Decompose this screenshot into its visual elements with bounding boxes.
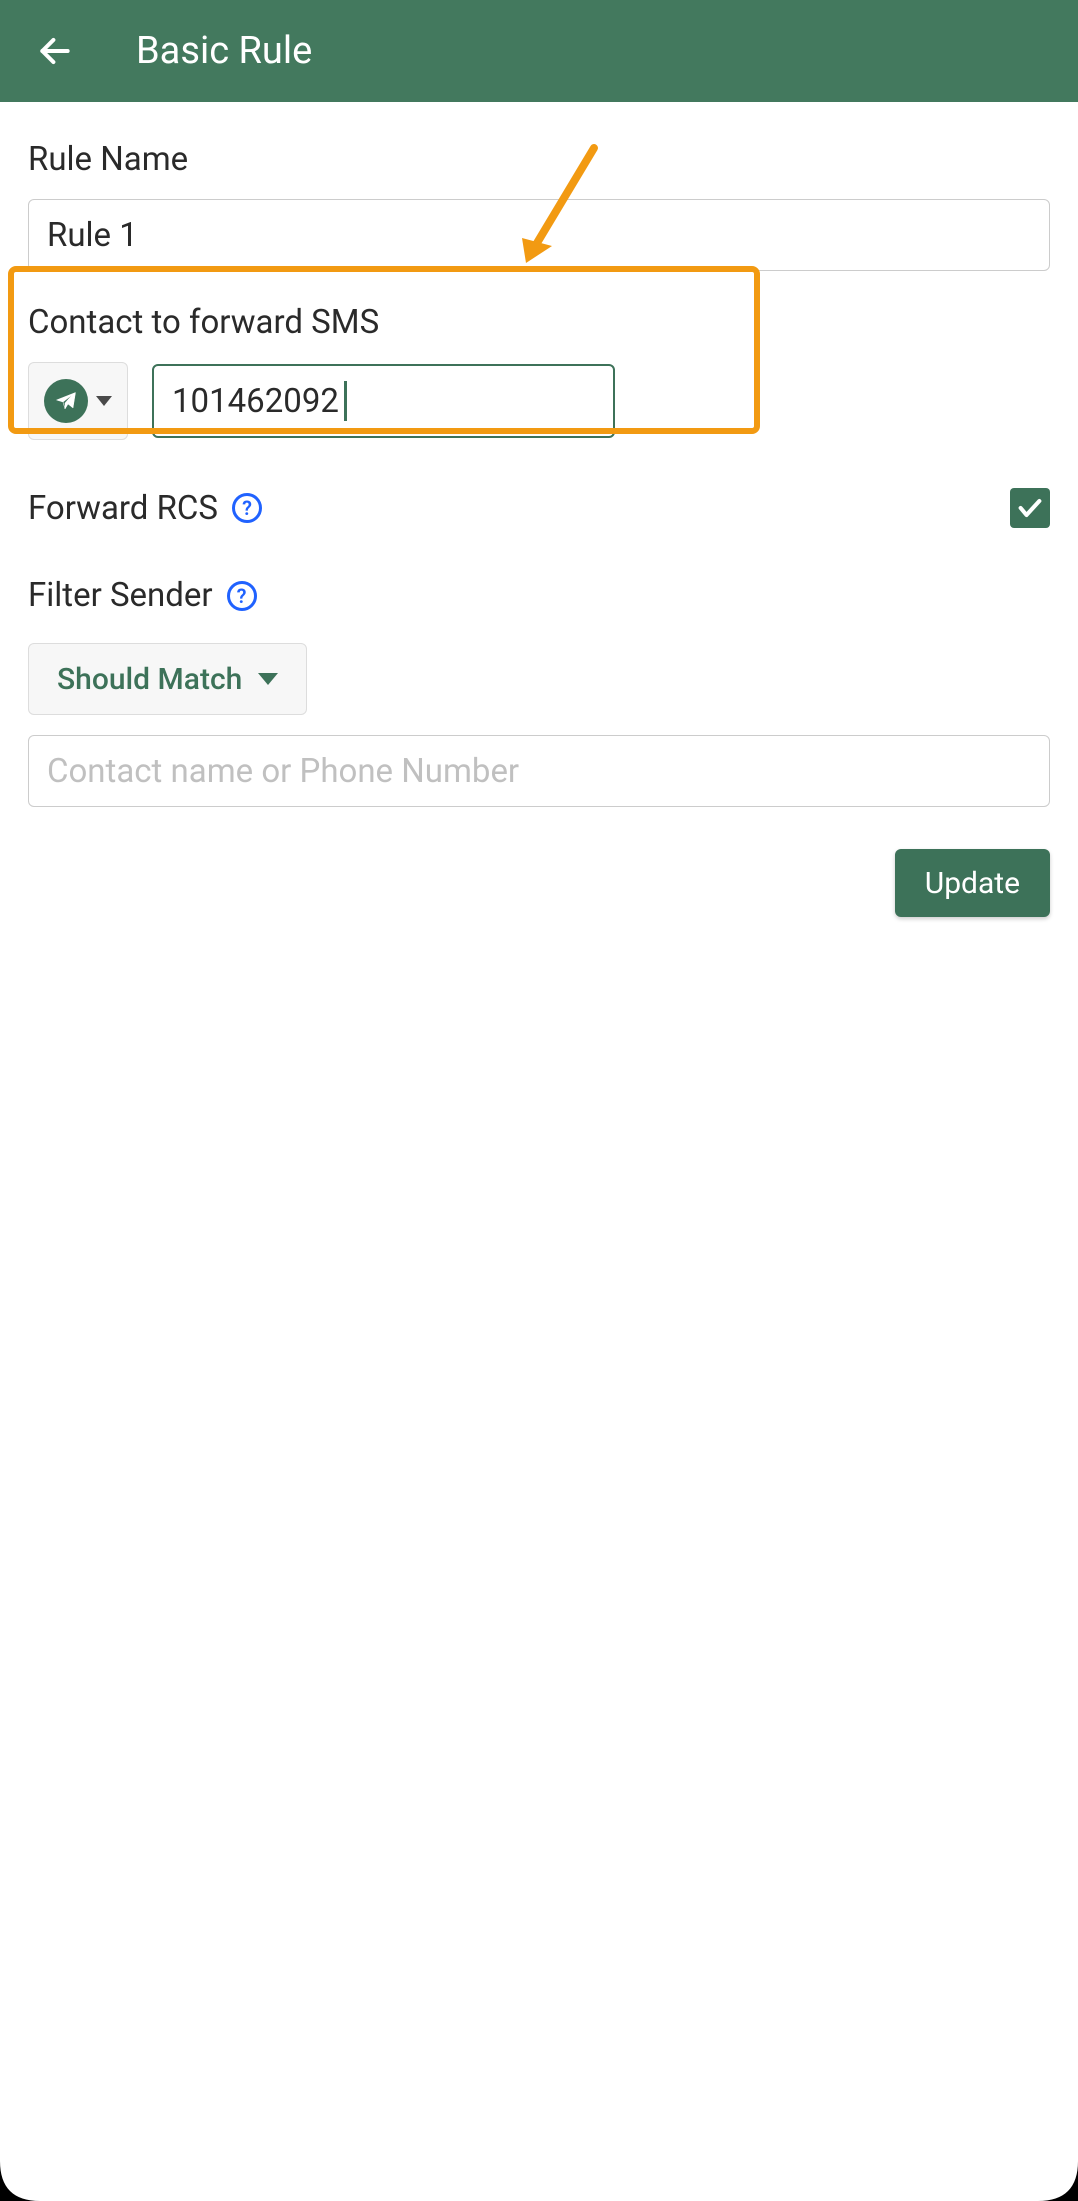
forward-rcs-checkbox[interactable]	[1010, 488, 1050, 528]
screen-corner	[1038, 2161, 1078, 2201]
chevron-down-icon	[96, 396, 112, 406]
update-button[interactable]: Update	[895, 849, 1050, 917]
rule-name-input[interactable]	[28, 199, 1050, 271]
help-icon[interactable]: ?	[232, 493, 262, 523]
forward-rcs-row: Forward RCS ?	[28, 488, 1050, 528]
screen-corner	[0, 2161, 40, 2201]
forward-method-selector[interactable]	[28, 362, 128, 440]
filter-sender-label: Filter Sender	[28, 576, 213, 615]
help-icon[interactable]: ?	[227, 581, 257, 611]
contact-label: Contact to forward SMS	[28, 303, 1050, 342]
filter-mode-dropdown[interactable]: Should Match	[28, 643, 307, 715]
rule-name-label: Rule Name	[28, 140, 1050, 179]
filter-mode-label: Should Match	[57, 662, 242, 697]
contact-input[interactable]	[152, 364, 615, 438]
chevron-down-icon	[258, 673, 278, 685]
forward-rcs-label: Forward RCS	[28, 489, 218, 528]
back-button[interactable]	[36, 32, 74, 70]
filter-sender-input[interactable]	[28, 735, 1050, 807]
telegram-icon	[44, 379, 88, 423]
page-title: Basic Rule	[136, 29, 312, 73]
app-header: Basic Rule	[0, 0, 1078, 102]
